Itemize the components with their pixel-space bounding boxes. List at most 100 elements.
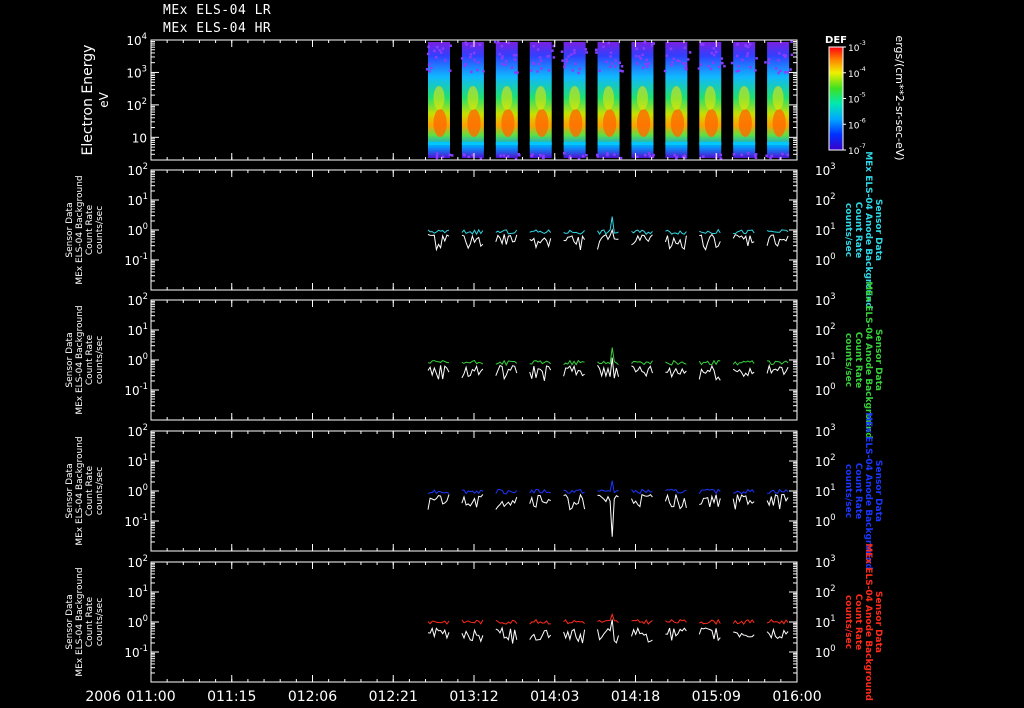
- heatmap-hotspot: [535, 109, 549, 137]
- series-white-segment: [563, 364, 585, 377]
- heatmap-speckle: [477, 61, 480, 64]
- heatmap-speckle: [767, 61, 770, 65]
- heatmap-speckle: [449, 44, 452, 47]
- heatmap-speckle: [650, 43, 654, 47]
- heatmap-speckle: [460, 57, 464, 60]
- heatmap-speckle: [717, 65, 721, 69]
- heatmap-speckle: [714, 50, 718, 54]
- heatmap-speckle: [428, 69, 431, 73]
- series-white-segment: [732, 494, 755, 510]
- series-colored-segment: [563, 229, 585, 235]
- heatmap-speckle: [547, 69, 551, 72]
- series-white-segment: [461, 494, 484, 508]
- y-axis-unit: eV: [97, 91, 111, 107]
- heatmap-speckle: [547, 54, 551, 58]
- heatmap-speckle: [634, 54, 638, 58]
- heatmap-hotspot: [501, 109, 515, 137]
- series-colored-segment: [563, 619, 585, 625]
- heatmap-speckle: [482, 70, 485, 73]
- series-white-segment: [766, 493, 789, 510]
- heatmap-speckle: [470, 70, 473, 74]
- right-axis-label-line: Sensor Data: [873, 460, 883, 522]
- heatmap-speckle: [699, 43, 703, 46]
- heatmap-speckle: [573, 51, 576, 55]
- heatmap-speckle: [435, 156, 439, 160]
- heatmap-speckle: [469, 53, 473, 56]
- y-tick-label-right: 102: [815, 321, 836, 338]
- series-colored-segment: [529, 488, 551, 494]
- heatmap-hotspot: [772, 109, 786, 137]
- series-white-segment: [699, 233, 721, 251]
- heatmap-speckle: [777, 71, 780, 75]
- heatmap-hotspot: [569, 109, 583, 137]
- heatmap-speckle: [574, 62, 577, 66]
- heatmap-warm: [670, 86, 682, 110]
- heatmap-speckle: [730, 61, 734, 65]
- heatmap-speckle: [472, 51, 476, 55]
- series-white-segment: [631, 626, 653, 643]
- heatmap-speckle: [645, 65, 649, 68]
- series-white-segment: [563, 493, 586, 511]
- series-white-segment: [461, 628, 484, 643]
- series-colored-segment: [631, 229, 653, 235]
- series-white-segment: [461, 364, 484, 379]
- heatmap-speckle: [754, 154, 757, 157]
- heatmap-band: [733, 142, 756, 145]
- heatmap-speckle: [621, 70, 624, 73]
- colorbar-label: DEF: [825, 35, 847, 46]
- heatmap-speckle: [746, 52, 750, 55]
- right-axis-label-line: Count Rate: [853, 202, 863, 258]
- heatmap-speckle: [510, 66, 514, 69]
- heatmap-speckle: [636, 155, 639, 159]
- series-white-segment: [699, 494, 721, 508]
- y-tick-label-right: 102: [815, 452, 836, 469]
- heatmap-speckle: [478, 43, 482, 46]
- y-tick-label: 103: [126, 63, 147, 80]
- heatmap-speckle: [648, 152, 651, 155]
- heatmap-speckle: [448, 153, 452, 157]
- heatmap-speckle: [539, 59, 543, 62]
- heatmap-speckle: [644, 153, 647, 157]
- series-white-segment: [664, 235, 687, 251]
- heatmap-band: [428, 142, 450, 145]
- y-tick-label: 100: [127, 351, 148, 368]
- heatmap-speckle: [769, 156, 772, 160]
- heatmap-speckle: [645, 58, 649, 62]
- heatmap-warm: [704, 86, 716, 110]
- heatmap-speckle: [598, 69, 601, 72]
- series-white-segment: [631, 493, 653, 508]
- y-tick-label-right: 103: [815, 291, 836, 308]
- y-tick-label-right: 103: [815, 161, 836, 178]
- heatmap-hotspot: [636, 109, 651, 137]
- y-tick-label-right: 103: [815, 553, 836, 570]
- y-tick-label-right: 101: [815, 221, 836, 238]
- heatmap-speckle: [536, 48, 540, 51]
- heatmap-speckle: [605, 60, 608, 64]
- series-colored-segment: [427, 489, 450, 495]
- x-tick-label: 014:03: [530, 689, 579, 705]
- heatmap-speckle: [551, 49, 554, 52]
- heatmap-speckle: [712, 47, 716, 50]
- heatmap-speckle: [470, 44, 473, 48]
- heatmap-speckle: [609, 51, 613, 54]
- y-tick-label-right: 103: [815, 422, 836, 439]
- heatmap-speckle: [748, 43, 752, 46]
- heatmap-speckle: [513, 58, 517, 61]
- heatmap-speckle: [501, 55, 504, 58]
- heatmap-speckle: [683, 154, 686, 157]
- heatmap-speckle: [595, 51, 598, 54]
- heatmap-speckle: [479, 157, 483, 160]
- heatmap-band: [631, 142, 654, 145]
- heatmap-speckle: [673, 153, 676, 157]
- left-axis-label-line: counts/sec: [95, 598, 105, 646]
- series-colored-segment: [529, 360, 552, 365]
- heatmap-speckle: [602, 45, 605, 49]
- heatmap-warm: [569, 86, 581, 110]
- heatmap-speckle: [670, 63, 673, 67]
- heatmap-band: [767, 142, 790, 145]
- colorbar-tick-label: 10-6: [848, 117, 866, 131]
- heatmap-speckle: [561, 59, 564, 62]
- heatmap-warm: [501, 86, 513, 110]
- series-white-segment: [766, 627, 789, 640]
- right-axis-label-line: Count Rate: [853, 332, 863, 388]
